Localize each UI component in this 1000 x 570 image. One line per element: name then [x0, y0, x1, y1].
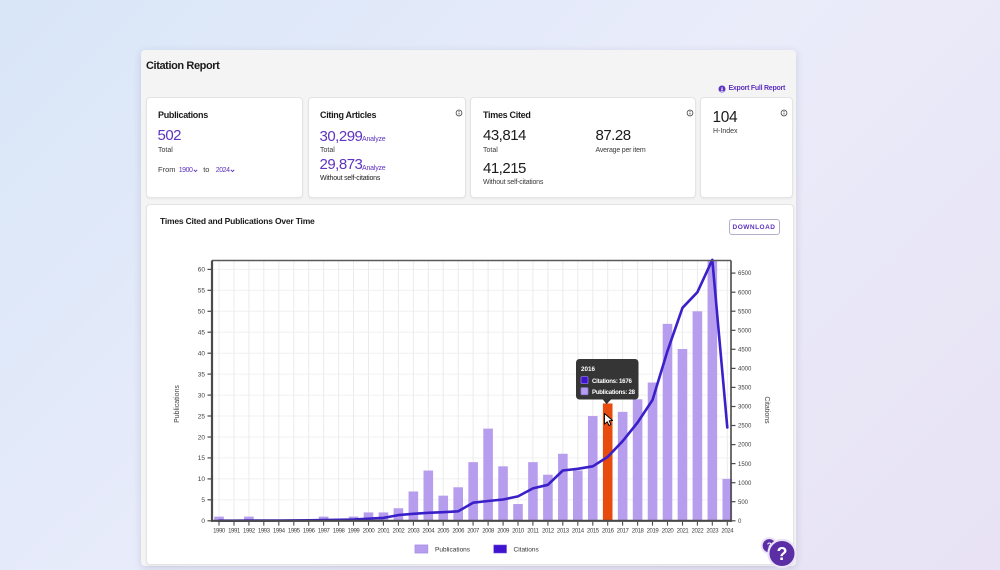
svg-text:30: 30: [198, 392, 206, 399]
svg-text:50: 50: [198, 309, 206, 316]
svg-text:2016: 2016: [581, 366, 596, 373]
svg-text:5000: 5000: [738, 328, 752, 334]
svg-text:2024: 2024: [721, 528, 734, 534]
svg-text:2023: 2023: [706, 528, 719, 534]
svg-text:2016: 2016: [602, 528, 615, 534]
svg-text:3500: 3500: [738, 386, 752, 392]
svg-text:60: 60: [198, 267, 206, 274]
svg-text:Publications: Publications: [174, 385, 181, 423]
svg-text:2012: 2012: [542, 528, 555, 534]
svg-text:2019: 2019: [647, 528, 660, 534]
svg-text:1990: 1990: [213, 528, 226, 534]
svg-text:1997: 1997: [318, 528, 331, 534]
svg-text:1500: 1500: [738, 462, 752, 468]
svg-text:1992: 1992: [243, 528, 256, 534]
svg-text:15: 15: [198, 455, 206, 462]
svg-text:1999: 1999: [348, 528, 361, 534]
svg-text:2021: 2021: [677, 528, 690, 534]
svg-text:3000: 3000: [738, 405, 752, 411]
svg-text:2003: 2003: [408, 528, 421, 534]
svg-text:2022: 2022: [692, 528, 705, 534]
svg-text:5: 5: [201, 497, 205, 504]
svg-text:2010: 2010: [512, 528, 525, 534]
svg-text:45: 45: [198, 330, 206, 337]
svg-text:2500: 2500: [738, 424, 752, 430]
svg-text:1998: 1998: [333, 528, 346, 534]
svg-text:6000: 6000: [738, 290, 752, 296]
svg-text:500: 500: [738, 500, 749, 506]
svg-text:1991: 1991: [228, 528, 241, 534]
svg-text:2015: 2015: [587, 528, 600, 534]
svg-text:40: 40: [198, 351, 206, 358]
svg-text:1000: 1000: [738, 481, 752, 487]
svg-text:2000: 2000: [363, 528, 376, 534]
svg-text:Citations: Citations: [763, 396, 770, 424]
svg-text:0: 0: [201, 518, 205, 525]
svg-text:2008: 2008: [482, 528, 495, 534]
svg-text:2006: 2006: [452, 528, 465, 534]
svg-text:2011: 2011: [527, 528, 539, 534]
svg-text:2005: 2005: [437, 528, 450, 534]
svg-text:Citations: 1676: Citations: 1676: [592, 378, 632, 385]
svg-text:25: 25: [198, 413, 206, 420]
svg-text:2007: 2007: [467, 528, 480, 534]
svg-text:Publications: 28: Publications: 28: [592, 389, 636, 396]
svg-text:10: 10: [198, 476, 206, 483]
svg-text:2013: 2013: [557, 528, 570, 534]
svg-text:55: 55: [198, 288, 206, 295]
svg-text:2018: 2018: [632, 528, 645, 534]
svg-text:?: ?: [777, 544, 788, 564]
svg-text:1994: 1994: [273, 528, 286, 534]
svg-text:0: 0: [738, 519, 742, 525]
svg-text:4000: 4000: [738, 367, 752, 373]
svg-text:2000: 2000: [738, 443, 752, 449]
svg-text:2002: 2002: [393, 528, 406, 534]
svg-text:2004: 2004: [422, 528, 435, 534]
svg-text:2017: 2017: [617, 528, 630, 534]
svg-text:Publications: Publications: [435, 547, 471, 554]
svg-text:1993: 1993: [258, 528, 271, 534]
svg-text:2020: 2020: [662, 528, 675, 534]
svg-text:Citations: Citations: [514, 547, 540, 554]
svg-text:2009: 2009: [497, 528, 510, 534]
svg-text:1995: 1995: [288, 528, 301, 534]
svg-text:35: 35: [198, 371, 206, 378]
svg-text:20: 20: [198, 434, 206, 441]
svg-text:6500: 6500: [738, 271, 752, 277]
svg-text:5500: 5500: [738, 309, 752, 315]
svg-text:2014: 2014: [572, 528, 585, 534]
svg-text:2001: 2001: [378, 528, 391, 534]
svg-text:4500: 4500: [738, 347, 752, 353]
svg-text:1996: 1996: [303, 528, 316, 534]
